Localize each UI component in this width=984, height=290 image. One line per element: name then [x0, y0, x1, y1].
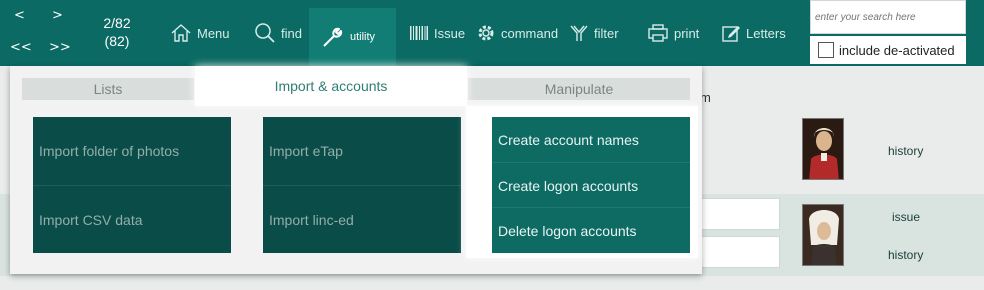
toolbar-menu-button[interactable]: Menu — [170, 10, 230, 56]
toolbar-utility-button[interactable]: utility — [309, 8, 396, 66]
menu-item-import-csv-data[interactable]: Import CSV data — [33, 186, 231, 253]
menu-item-import-etap[interactable]: Import eTap — [263, 117, 461, 185]
student-photo[interactable] — [802, 118, 844, 180]
toolbar-menu-label: Menu — [197, 25, 230, 41]
student-photo[interactable] — [802, 204, 844, 266]
toolbar-issue-button[interactable]: Issue — [409, 10, 465, 56]
next-record-button[interactable]: > — [52, 8, 63, 23]
search-box — [810, 0, 966, 34]
history-link[interactable]: history — [888, 144, 923, 158]
gear-icon — [478, 25, 494, 41]
toolbar-print-label: print — [674, 25, 700, 41]
record-position: 2/82 — [103, 15, 131, 31]
include-deactivated-checkbox[interactable] — [818, 42, 834, 58]
barcode-icon — [410, 26, 428, 40]
toolbar-letters-label: Letters — [746, 25, 786, 41]
wrench-icon — [323, 27, 343, 47]
toolbar-filter-label: filter — [594, 25, 619, 41]
include-deactivated-label: include de-activated — [839, 42, 955, 58]
portrait-image — [803, 205, 843, 265]
toolbar-command-label: command — [501, 25, 559, 41]
toolbar-utility-label: utility — [350, 31, 376, 43]
menu-header-import-accounts[interactable]: Import & accounts — [195, 66, 467, 106]
last-record-button[interactable]: >> — [49, 40, 71, 55]
record-counter: 2/82 (82) — [100, 14, 134, 50]
first-record-button[interactable]: << — [10, 40, 32, 55]
record-total: (82) — [104, 33, 130, 49]
record-row — [0, 276, 984, 290]
printer-icon — [648, 24, 668, 42]
menu-item-import-folder-of-photos[interactable]: Import folder of photos — [33, 117, 231, 185]
record-field[interactable] — [700, 198, 780, 230]
toolbar-filter-button[interactable]: filter — [569, 10, 619, 56]
filter-icon — [570, 25, 588, 41]
toolbar-find-button[interactable]: find — [254, 10, 302, 56]
menu-header-lists[interactable]: Lists — [22, 78, 194, 100]
menu-item-create-logon-accounts[interactable]: Create logon accounts — [492, 163, 690, 208]
menu-item-import-linc-ed[interactable]: Import linc-ed — [263, 186, 461, 253]
include-deactivated-toggle[interactable]: include de-activated — [810, 36, 966, 64]
history-link[interactable]: history — [888, 248, 923, 262]
toolbar-issue-label: Issue — [434, 25, 466, 41]
portrait-image — [803, 119, 843, 179]
toolbar-command-button[interactable]: command — [476, 10, 558, 56]
toolbar-print-button[interactable]: print — [647, 10, 699, 56]
prev-record-button[interactable]: < — [14, 8, 25, 23]
toolbar-letters-button[interactable]: Letters — [721, 10, 786, 56]
search-input[interactable] — [811, 1, 965, 33]
menu-item-delete-logon-accounts[interactable]: Delete logon accounts — [492, 208, 690, 253]
top-toolbar: < > << >> 2/82 (82) Menu find utility Is… — [0, 0, 984, 66]
menu-header-manipulate[interactable]: Manipulate — [468, 78, 690, 100]
magnifier-icon — [255, 23, 275, 43]
menu-item-create-account-names[interactable]: Create account names — [492, 117, 690, 162]
edit-icon — [722, 26, 740, 42]
home-icon — [171, 24, 191, 42]
toolbar-find-label: find — [281, 25, 302, 41]
issue-link[interactable]: issue — [892, 210, 920, 224]
record-field[interactable] — [700, 236, 780, 268]
